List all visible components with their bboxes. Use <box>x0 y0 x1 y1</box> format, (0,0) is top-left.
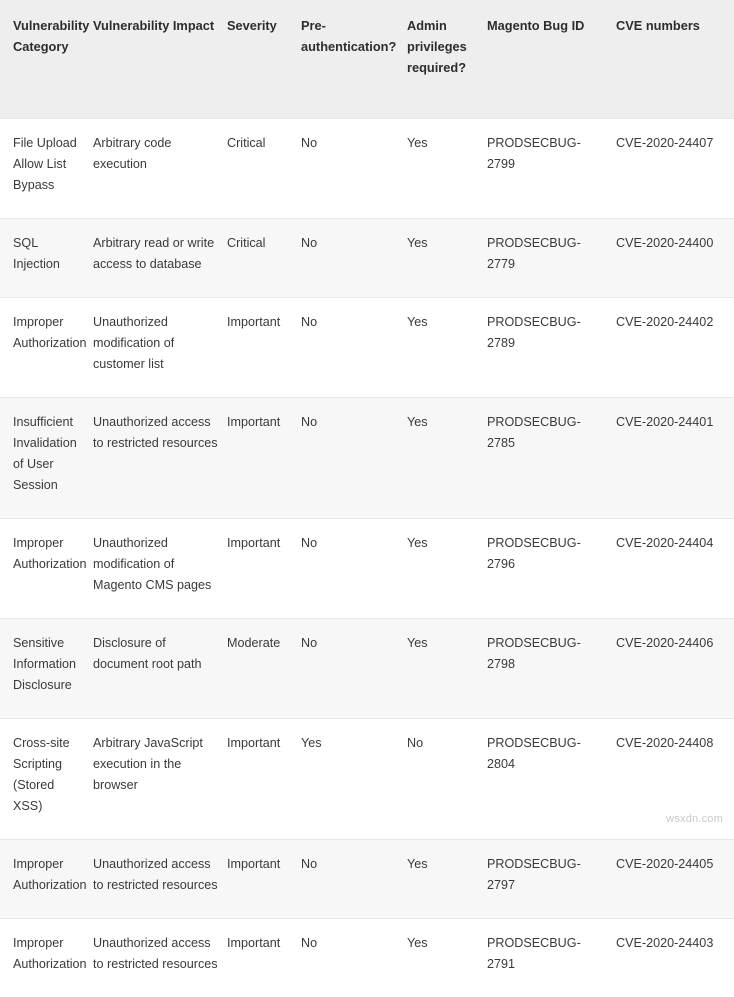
cell-severity: Important <box>227 398 301 519</box>
cell-cve-number: CVE-2020-24403 <box>616 919 734 997</box>
cell-severity: Critical <box>227 219 301 298</box>
cell-cve-number: CVE-2020-24401 <box>616 398 734 519</box>
cell-admin-privileges-required: Yes <box>407 398 487 519</box>
cell-vulnerability-category: File Upload Allow List Bypass <box>0 119 93 219</box>
cell-magento-bug-id: PRODSECBUG-2785 <box>487 398 616 519</box>
cell-severity: Important <box>227 919 301 997</box>
vulnerability-table: Vulnerability Category Vulnerability Imp… <box>0 0 734 997</box>
table-row: Improper AuthorizationUnauthorized modif… <box>0 519 734 619</box>
table-row: Improper AuthorizationUnauthorized modif… <box>0 298 734 398</box>
cell-magento-bug-id: PRODSECBUG-2791 <box>487 919 616 997</box>
cell-magento-bug-id: PRODSECBUG-2796 <box>487 519 616 619</box>
cell-pre-authentication: No <box>301 519 407 619</box>
cell-vulnerability-category: Sensitive Information Disclosure <box>0 619 93 719</box>
table-row: Improper AuthorizationUnauthorized acces… <box>0 919 734 997</box>
table-row: File Upload Allow List BypassArbitrary c… <box>0 119 734 219</box>
cell-cve-number: CVE-2020-24405 <box>616 840 734 919</box>
cell-vulnerability-category: Insufficient Invalidation of User Sessio… <box>0 398 93 519</box>
cell-vulnerability-impact: Unauthorized access to restricted resour… <box>93 919 227 997</box>
table-row: Sensitive Information DisclosureDisclosu… <box>0 619 734 719</box>
cell-pre-authentication: No <box>301 219 407 298</box>
cell-cve-number: CVE-2020-24402 <box>616 298 734 398</box>
cell-vulnerability-category: Improper Authorization <box>0 298 93 398</box>
column-header-admin-privileges-required: Admin privileges required? <box>407 0 487 119</box>
column-header-pre-authentication: Pre-authentication? <box>301 0 407 119</box>
cell-magento-bug-id: PRODSECBUG-2798 <box>487 619 616 719</box>
cell-severity: Important <box>227 298 301 398</box>
cell-vulnerability-impact: Arbitrary read or write access to databa… <box>93 219 227 298</box>
cell-magento-bug-id: PRODSECBUG-2799 <box>487 119 616 219</box>
cell-vulnerability-impact: Disclosure of document root path <box>93 619 227 719</box>
table-row: Improper AuthorizationUnauthorized acces… <box>0 840 734 919</box>
watermark: wsxdn.com <box>666 813 723 825</box>
table-header-row: Vulnerability Category Vulnerability Imp… <box>0 0 734 119</box>
cell-admin-privileges-required: Yes <box>407 119 487 219</box>
cell-admin-privileges-required: Yes <box>407 298 487 398</box>
cell-pre-authentication: No <box>301 619 407 719</box>
cell-vulnerability-impact: Unauthorized modification of customer li… <box>93 298 227 398</box>
cell-cve-number: CVE-2020-24406 <box>616 619 734 719</box>
column-header-cve-numbers: CVE numbers <box>616 0 734 119</box>
table-row: Cross-site Scripting (Stored XSS)Arbitra… <box>0 719 734 840</box>
cell-admin-privileges-required: Yes <box>407 840 487 919</box>
cell-admin-privileges-required: Yes <box>407 619 487 719</box>
table-body: File Upload Allow List BypassArbitrary c… <box>0 119 734 997</box>
cell-magento-bug-id: PRODSECBUG-2779 <box>487 219 616 298</box>
cell-admin-privileges-required: No <box>407 719 487 840</box>
cell-vulnerability-impact: Unauthorized modification of Magento CMS… <box>93 519 227 619</box>
cell-pre-authentication: No <box>301 919 407 997</box>
cell-cve-number: CVE-2020-24400 <box>616 219 734 298</box>
cell-pre-authentication: No <box>301 119 407 219</box>
vulnerability-table-page: Vulnerability Category Vulnerability Imp… <box>0 0 734 832</box>
cell-severity: Important <box>227 519 301 619</box>
table-header: Vulnerability Category Vulnerability Imp… <box>0 0 734 119</box>
cell-severity: Moderate <box>227 619 301 719</box>
column-header-vulnerability-category: Vulnerability Category <box>0 0 93 119</box>
cell-pre-authentication: No <box>301 298 407 398</box>
cell-pre-authentication: Yes <box>301 719 407 840</box>
cell-vulnerability-category: Improper Authorization <box>0 840 93 919</box>
cell-vulnerability-category: Improper Authorization <box>0 519 93 619</box>
cell-severity: Important <box>227 840 301 919</box>
cell-pre-authentication: No <box>301 398 407 519</box>
cell-magento-bug-id: PRODSECBUG-2789 <box>487 298 616 398</box>
cell-severity: Important <box>227 719 301 840</box>
column-header-vulnerability-impact: Vulnerability Impact <box>93 0 227 119</box>
cell-admin-privileges-required: Yes <box>407 919 487 997</box>
cell-vulnerability-impact: Unauthorized access to restricted resour… <box>93 840 227 919</box>
cell-cve-number: CVE-2020-24404 <box>616 519 734 619</box>
cell-vulnerability-category: SQL Injection <box>0 219 93 298</box>
table-row: Insufficient Invalidation of User Sessio… <box>0 398 734 519</box>
cell-severity: Critical <box>227 119 301 219</box>
cell-magento-bug-id: PRODSECBUG-2797 <box>487 840 616 919</box>
cell-vulnerability-category: Improper Authorization <box>0 919 93 997</box>
cell-cve-number: CVE-2020-24407 <box>616 119 734 219</box>
cell-admin-privileges-required: Yes <box>407 519 487 619</box>
column-header-severity: Severity <box>227 0 301 119</box>
cell-admin-privileges-required: Yes <box>407 219 487 298</box>
cell-vulnerability-impact: Arbitrary code execution <box>93 119 227 219</box>
cell-vulnerability-impact: Unauthorized access to restricted resour… <box>93 398 227 519</box>
cell-pre-authentication: No <box>301 840 407 919</box>
cell-vulnerability-impact: Arbitrary JavaScript execution in the br… <box>93 719 227 840</box>
table-row: SQL InjectionArbitrary read or write acc… <box>0 219 734 298</box>
cell-magento-bug-id: PRODSECBUG-2804 <box>487 719 616 840</box>
cell-vulnerability-category: Cross-site Scripting (Stored XSS) <box>0 719 93 840</box>
column-header-magento-bug-id: Magento Bug ID <box>487 0 616 119</box>
